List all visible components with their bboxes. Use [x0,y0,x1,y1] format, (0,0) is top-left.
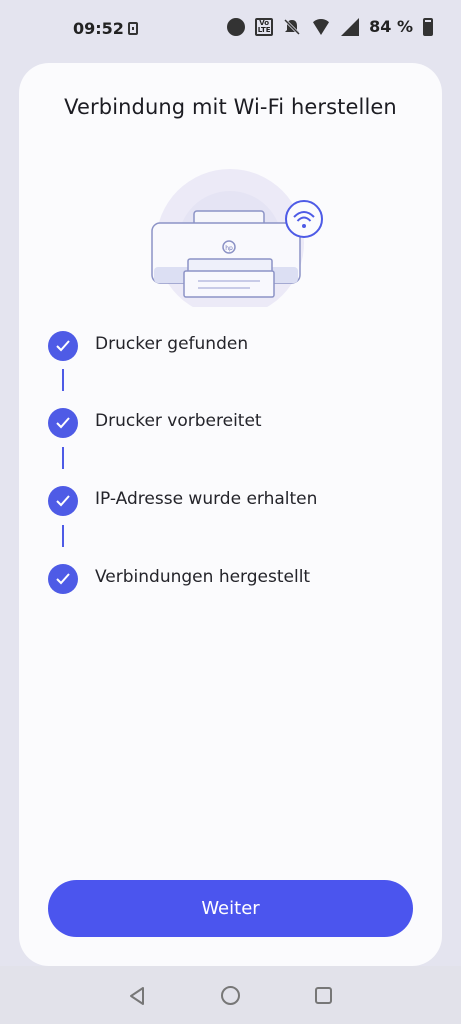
battery-icon [423,17,433,36]
step-ip-obtained: IP-Adresse wurde erhalten [48,486,428,518]
volte-icon: Vo LTE [255,17,274,36]
home-icon[interactable] [221,986,240,1005]
hp-logo: hp [225,245,233,252]
check-icon [48,564,78,594]
navigation-bar [0,966,461,1024]
alarm-icon [227,17,246,36]
signal-icon [341,17,360,36]
step-connector [62,369,64,391]
status-icons: Vo LTE 84 % [227,17,433,36]
step-label: Drucker gefunden [95,334,249,354]
step-connector [62,525,64,547]
back-icon[interactable] [128,986,146,1006]
step-label: IP-Adresse wurde erhalten [95,489,318,509]
step-printer-found: Drucker gefunden [48,331,428,363]
mute-icon [283,18,301,36]
step-label: Drucker vorbereitet [95,411,262,431]
recent-apps-icon[interactable] [315,987,332,1004]
status-time: 09:52 [73,19,124,38]
page-title: Verbindung mit Wi-Fi herstellen [64,95,397,119]
step-label: Verbindungen hergestellt [95,567,311,587]
check-icon [48,331,78,361]
notification-icon [128,22,138,35]
step-connector [62,447,64,469]
battery-percent: 84 % [369,17,413,36]
printer-illustration: hp [151,169,323,307]
step-printer-prepared: Drucker vorbereitet [48,408,428,440]
step-connections-established: Verbindungen hergestellt [48,564,428,596]
check-icon [48,408,78,438]
check-icon [48,486,78,516]
status-bar: 09:52 Vo LTE 84 % [0,0,461,58]
continue-button[interactable]: Weiter [48,880,413,937]
wifi-icon [311,18,332,35]
setup-card: Verbindung mit Wi-Fi herstellen hp Druck… [19,63,442,966]
